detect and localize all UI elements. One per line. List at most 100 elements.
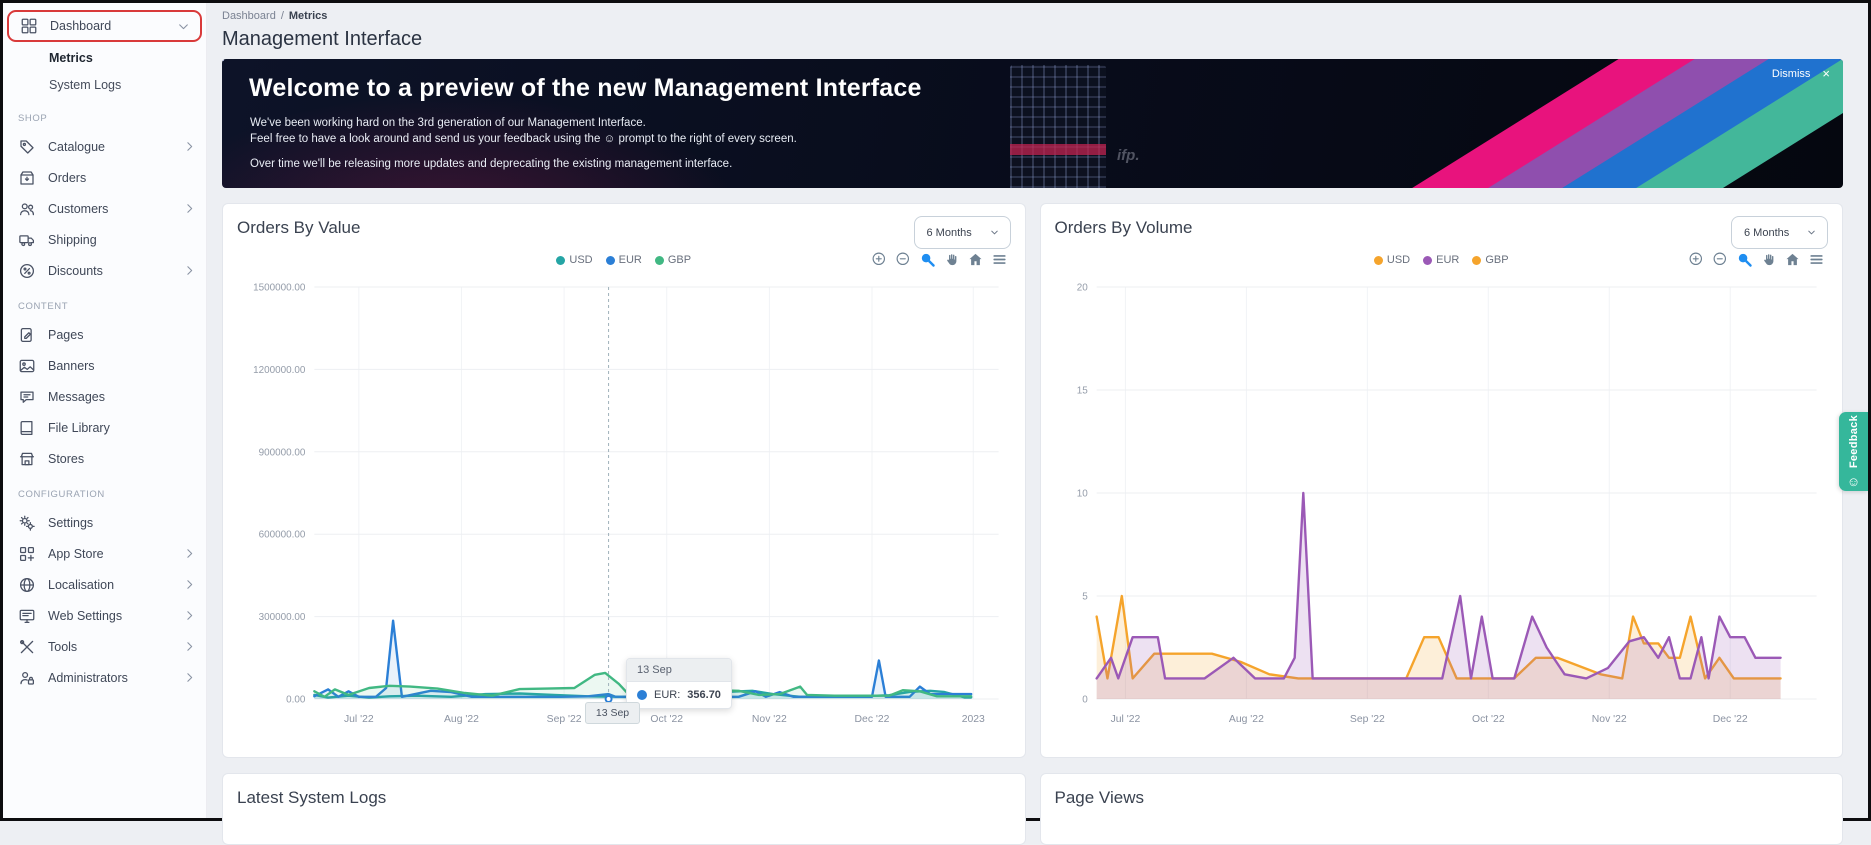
sidebar-item-app-store[interactable]: App Store <box>3 538 206 569</box>
orders-by-value-chart[interactable]: Jul '22 Aug '22 Sep '22 Oct '22 Nov '22 Dec '… <box>237 275 1011 740</box>
svg-text:1200000.00: 1200000.00 <box>253 365 306 376</box>
legend-marker <box>1373 255 1383 265</box>
legend-item-gbp[interactable]: GBP <box>1472 254 1509 266</box>
feedback-tab[interactable]: Feedback ☺ <box>1839 412 1868 491</box>
sidebar: Dashboard Metrics System Logs SHOP Catalog… <box>3 3 207 818</box>
chat-icon <box>18 388 36 406</box>
sidebar-item-label: Messages <box>48 389 105 404</box>
sidebar-item-tools[interactable]: Tools <box>3 631 206 662</box>
selection-zoom-icon[interactable] <box>1736 251 1753 268</box>
sidebar-item-label: Customers <box>48 201 109 216</box>
legend-item-usd[interactable]: USD <box>556 254 593 266</box>
legend-label: EUR <box>1436 254 1460 266</box>
bottom-row: Latest System Logs Page Views <box>222 773 1843 845</box>
legend-label: USD <box>1386 254 1411 266</box>
sidebar-item-discounts[interactable]: Discounts <box>3 255 206 286</box>
svg-text:Oct '22: Oct '22 <box>650 714 683 725</box>
page-views-panel: Page Views <box>1039 773 1843 845</box>
panel-title: Latest System Logs <box>237 788 387 807</box>
chevron-right-icon <box>183 609 196 622</box>
legend-label: GBP <box>667 254 692 266</box>
legend-item-eur[interactable]: EUR <box>1423 254 1459 266</box>
sidebar-item-messages[interactable]: Messages <box>3 381 206 412</box>
svg-text:Aug '22: Aug '22 <box>444 714 479 725</box>
breadcrumb-dashboard[interactable]: Dashboard <box>222 10 276 22</box>
sidebar-item-catalogue[interactable]: Catalogue <box>3 131 206 162</box>
sidebar-item-shipping[interactable]: Shipping <box>3 224 206 255</box>
chevron-right-icon <box>183 671 196 684</box>
menu-icon[interactable] <box>991 251 1008 268</box>
svg-text:Sep '22: Sep '22 <box>547 714 582 725</box>
svg-text:15: 15 <box>1076 385 1087 396</box>
tooltip-date: 13 Sep <box>627 659 731 682</box>
feedback-label: Feedback <box>1847 414 1860 469</box>
menu-icon[interactable] <box>1808 251 1825 268</box>
sidebar-item-label: Orders <box>48 170 87 185</box>
zoom-out-icon[interactable] <box>895 251 912 268</box>
legend-item-gbp[interactable]: GBP <box>654 254 692 266</box>
legend-item-eur[interactable]: EUR <box>605 254 642 266</box>
sidebar-item-file-library[interactable]: File Library <box>3 412 206 443</box>
sidebar-item-pages[interactable]: Pages <box>3 319 206 350</box>
close-icon: × <box>1822 66 1830 81</box>
svg-text:Jul '22: Jul '22 <box>1110 714 1140 725</box>
legend-label: EUR <box>618 254 642 266</box>
sidebar-item-settings[interactable]: Settings <box>3 507 206 538</box>
sidebar-item-banners[interactable]: Banners <box>3 350 206 381</box>
welcome-banner: ifp. Welcome to a preview of the new Man… <box>222 59 1843 188</box>
xaxis-tooltip: 13 Sep <box>585 702 640 724</box>
pan-icon[interactable] <box>943 251 960 268</box>
legend-label: GBP <box>1485 254 1509 266</box>
sidebar-item-label: Stores <box>48 451 85 466</box>
sidebar-item-web-settings[interactable]: Web Settings <box>3 600 206 631</box>
sidebar-subitem-metrics[interactable]: Metrics <box>3 44 206 71</box>
svg-text:0: 0 <box>1082 694 1088 705</box>
sidebar-item-stores[interactable]: Stores <box>3 443 206 474</box>
chevron-right-icon <box>183 578 196 591</box>
svg-text:300000.00: 300000.00 <box>259 612 306 623</box>
orders-by-volume-chart[interactable]: Jul '22 Aug '22 Sep '22 Oct '22 Nov '22 Dec '… <box>1055 275 1829 740</box>
sidebar-sections: SHOP Catalogue Orders Customers Shipping Disc… <box>3 98 206 693</box>
range-selector-value: 6 Months <box>1744 226 1790 239</box>
chevron-right-icon <box>183 640 196 653</box>
range-selector-dropdown[interactable]: 6 Months <box>1731 216 1828 249</box>
legend-marker <box>654 255 664 265</box>
range-selector-dropdown[interactable]: 6 Months <box>913 216 1011 249</box>
selection-zoom-icon[interactable] <box>919 251 936 268</box>
chevron-right-icon <box>183 140 196 153</box>
dismiss-button[interactable]: Dismiss × <box>1772 67 1830 80</box>
sidebar-item-administrators[interactable]: Administrators <box>3 662 206 693</box>
sidebar-subitems: Metrics System Logs <box>3 44 206 98</box>
sidebar-item-label: File Library <box>48 420 110 435</box>
banner-watermark: ifp. <box>1117 147 1140 164</box>
sidebar-item-dashboard[interactable]: Dashboard <box>7 10 202 42</box>
legend-marker <box>1472 255 1482 265</box>
sidebar-item-customers[interactable]: Customers <box>3 193 206 224</box>
breadcrumb: Dashboard / Metrics <box>222 10 1843 22</box>
sidebar-item-localisation[interactable]: Localisation <box>3 569 206 600</box>
legend-item-usd[interactable]: USD <box>1373 254 1411 266</box>
home-icon[interactable] <box>967 251 984 268</box>
globe-icon <box>18 576 36 594</box>
latest-system-logs-panel: Latest System Logs <box>222 773 1026 845</box>
zoom-out-icon[interactable] <box>1712 251 1729 268</box>
orders-by-volume-panel: Orders By Volume 6 Months USD EUR GBP Jul … <box>1039 203 1843 758</box>
zoom-in-icon[interactable] <box>1688 251 1705 268</box>
truck-icon <box>18 231 36 249</box>
sidebar-item-label: Catalogue <box>48 139 105 154</box>
pan-icon[interactable] <box>1760 251 1777 268</box>
zoom-in-icon[interactable] <box>871 251 888 268</box>
tooltip-series-label: EUR: <box>654 689 681 701</box>
svg-text:Aug '22: Aug '22 <box>1228 714 1263 725</box>
svg-text:2023: 2023 <box>962 714 985 725</box>
book-icon <box>18 419 36 437</box>
chart-title: Orders By Volume <box>1054 218 1193 237</box>
home-icon[interactable] <box>1784 251 1801 268</box>
sidebar-item-orders[interactable]: Orders <box>3 162 206 193</box>
gears-icon <box>18 514 36 532</box>
legend-label: USD <box>569 254 593 266</box>
banner-line-2: Feel free to have a look around and send… <box>250 133 797 145</box>
sidebar-subitem-system-logs[interactable]: System Logs <box>3 71 206 98</box>
sidebar-section-header: CONFIGURATION <box>18 489 105 500</box>
chevron-down-icon <box>1806 227 1817 238</box>
